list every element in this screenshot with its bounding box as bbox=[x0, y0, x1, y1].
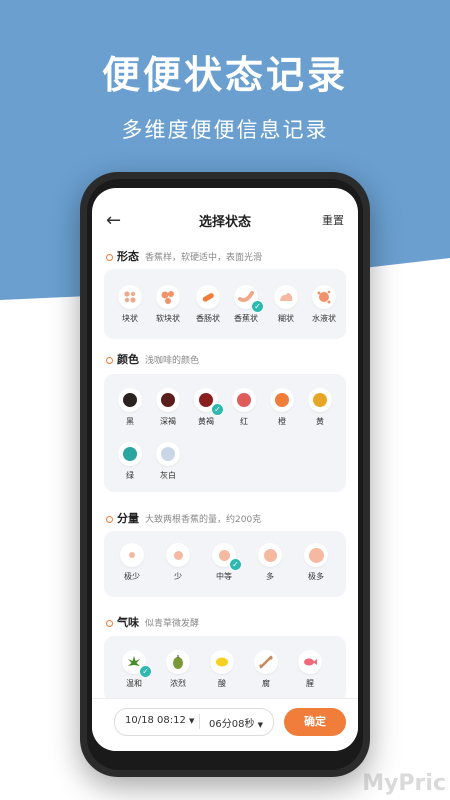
selected-check-icon: ✓ bbox=[139, 665, 152, 678]
color-swatch bbox=[313, 393, 327, 407]
section-desc-amount: 大致两根香蕉的量，约200克 bbox=[145, 515, 262, 525]
shape-option-soft-lumpy[interactable]: 软块状 bbox=[148, 285, 188, 324]
color-swatch bbox=[123, 447, 137, 461]
app-screen: ← 选择状态 重置 形态 香蕉样，软硬适中，表面光滑 块状 软块状 香肠状 ✓ 香… bbox=[92, 188, 358, 751]
shape-option-banana[interactable]: ✓ 香蕉状 bbox=[226, 285, 266, 324]
smell-option-sour[interactable]: 酸 bbox=[202, 650, 242, 689]
color-swatch bbox=[161, 447, 175, 461]
sausage-icon bbox=[202, 293, 214, 302]
color-option[interactable]: 橙 bbox=[262, 388, 302, 427]
fish-icon bbox=[304, 658, 317, 666]
section-desc-shape: 香蕉样，软硬适中，表面光滑 bbox=[145, 253, 263, 263]
amount-dot-icon bbox=[129, 552, 135, 558]
shape-option-sausage[interactable]: 香肠状 bbox=[188, 285, 228, 324]
amount-option[interactable]: ✓ 中等 bbox=[204, 543, 244, 582]
color-option[interactable]: 红 bbox=[224, 388, 264, 427]
amount-option[interactable]: 极少 bbox=[112, 543, 152, 582]
hero-title: 便便状态记录 bbox=[101, 53, 348, 97]
section-title-amount: 分量 大致两根香蕉的量，约200克 bbox=[106, 510, 261, 526]
color-option[interactable]: 灰白 bbox=[148, 442, 188, 481]
selected-check-icon: ✓ bbox=[211, 403, 224, 416]
color-swatch bbox=[199, 393, 213, 407]
color-option[interactable]: 深褐 bbox=[148, 388, 188, 427]
mushy-icon bbox=[280, 293, 293, 301]
time-picker[interactable]: 10/18 08:12 ▼ 06分08秒 ▼ bbox=[114, 708, 274, 736]
bone-icon bbox=[259, 655, 273, 669]
amount-dot-icon bbox=[218, 549, 230, 561]
selected-check-icon: ✓ bbox=[251, 300, 264, 313]
bullet-dot-icon bbox=[106, 253, 113, 261]
smell-options-panel: ✓ 温和 浓烈 酸 腐 腥 bbox=[104, 636, 346, 702]
section-desc-color: 浅咖啡的颜色 bbox=[145, 356, 200, 366]
color-option[interactable]: ✓ 黄褐 bbox=[186, 388, 226, 427]
section-title-color: 颜色 浅咖啡的颜色 bbox=[106, 351, 199, 367]
bullet-dot-icon bbox=[106, 356, 113, 364]
watermark: MyPric bbox=[362, 771, 446, 796]
color-option[interactable]: 黄 bbox=[300, 388, 340, 427]
lemon-icon bbox=[216, 657, 228, 667]
section-desc-smell: 似青草微发酵 bbox=[145, 619, 200, 629]
smell-option-mild[interactable]: ✓ 温和 bbox=[114, 650, 154, 689]
duration-value[interactable]: 06分08秒 ▼ bbox=[209, 715, 263, 730]
soft-lumps-icon bbox=[161, 291, 174, 304]
amount-dot-icon bbox=[173, 550, 183, 560]
durian-icon bbox=[173, 655, 183, 669]
watery-icon bbox=[317, 290, 331, 304]
datetime-value[interactable]: 10/18 08:12 ▼ bbox=[125, 715, 194, 726]
shape-options-panel: 块状 软块状 香肠状 ✓ 香蕉状 糊状 水液状 bbox=[104, 269, 346, 339]
color-swatch bbox=[275, 393, 289, 407]
amount-dot-icon bbox=[263, 548, 277, 562]
amount-option[interactable]: 多 bbox=[250, 543, 290, 582]
lumps-icon bbox=[124, 291, 136, 303]
amount-dot-icon bbox=[308, 547, 324, 563]
color-options-panel: 黑深褐 ✓ 黄褐红橙黄绿灰白 bbox=[104, 374, 346, 492]
chevron-down-icon: ▼ bbox=[189, 717, 195, 725]
confirm-button[interactable]: 确定 bbox=[284, 708, 346, 736]
bullet-dot-icon bbox=[106, 515, 113, 523]
amount-option[interactable]: 少 bbox=[158, 543, 198, 582]
color-swatch bbox=[237, 393, 251, 407]
smell-option-fishy[interactable]: 腥 bbox=[290, 650, 330, 689]
smell-option-rotten[interactable]: 腐 bbox=[246, 650, 286, 689]
color-option[interactable]: 黑 bbox=[110, 388, 150, 427]
smell-option-strong[interactable]: 浓烈 bbox=[158, 650, 198, 689]
amount-options-panel: 极少少 ✓ 中等多极多 bbox=[104, 531, 346, 597]
color-swatch bbox=[161, 393, 175, 407]
page-title: 选择状态 bbox=[198, 215, 251, 230]
bullet-dot-icon bbox=[106, 619, 113, 627]
hero-subtitle: 多维度便便信息记录 bbox=[121, 118, 329, 142]
shape-option-lumpy[interactable]: 块状 bbox=[110, 285, 150, 324]
amount-option[interactable]: 极多 bbox=[296, 543, 336, 582]
color-option[interactable]: 绿 bbox=[110, 442, 150, 481]
section-title-shape: 形态 香蕉样，软硬适中，表面光滑 bbox=[106, 248, 262, 264]
reset-button[interactable]: 重置 bbox=[322, 212, 344, 228]
bottom-action-bar: 10/18 08:12 ▼ 06分08秒 ▼ 确定 bbox=[92, 698, 358, 751]
shape-option-watery[interactable]: 水液状 bbox=[304, 285, 344, 324]
shape-option-mushy[interactable]: 糊状 bbox=[266, 285, 306, 324]
chevron-down-icon: ▼ bbox=[257, 721, 264, 729]
color-swatch bbox=[123, 393, 137, 407]
section-title-smell: 气味 似青草微发酵 bbox=[106, 614, 199, 630]
selected-check-icon: ✓ bbox=[229, 558, 242, 571]
top-bar: ← 选择状态 重置 bbox=[92, 208, 358, 232]
